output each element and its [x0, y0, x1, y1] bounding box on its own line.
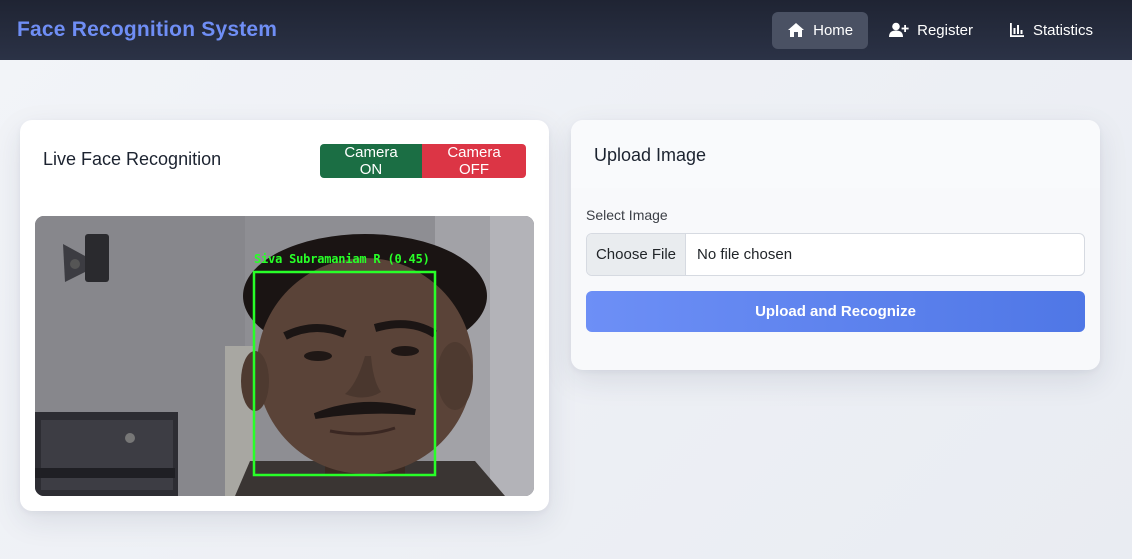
- select-image-label: Select Image: [586, 207, 668, 223]
- home-icon: [787, 22, 805, 38]
- nav-register[interactable]: Register: [874, 12, 988, 49]
- user-plus-icon: [889, 22, 909, 38]
- live-recognition-card: Live Face Recognition Camera ON Camera O…: [20, 120, 549, 511]
- nav-home[interactable]: Home: [772, 11, 869, 49]
- upload-and-recognize-button[interactable]: Upload and Recognize: [586, 291, 1085, 332]
- main-nav: Home Register Statistics: [772, 11, 1108, 49]
- upload-image-card: Upload Image Select Image Choose File No…: [571, 120, 1100, 370]
- camera-on-button[interactable]: Camera ON: [320, 144, 422, 178]
- nav-home-label: Home: [813, 21, 854, 39]
- face-detection-label: Siva Subramaniam R (0.45): [254, 252, 430, 266]
- live-recognition-title: Live Face Recognition: [43, 149, 222, 169]
- file-status-text: No file chosen: [697, 246, 793, 263]
- file-input[interactable]: Choose File No file chosen: [586, 233, 1085, 276]
- camera-off-button[interactable]: Camera OFF: [422, 144, 526, 178]
- nav-register-label: Register: [917, 21, 973, 39]
- upload-card-header: Upload Image: [571, 120, 1100, 188]
- nav-statistics-label: Statistics: [1032, 21, 1093, 39]
- nav-statistics[interactable]: Statistics: [994, 12, 1108, 49]
- chart-icon: [1009, 22, 1025, 38]
- navbar: Face Recognition System Home Register St…: [0, 0, 1132, 60]
- camera-toggle-group: Camera ON Camera OFF: [320, 144, 526, 178]
- app-brand[interactable]: Face Recognition System: [17, 18, 277, 42]
- upload-title: Upload Image: [594, 145, 707, 165]
- camera-feed: Siva Subramaniam R (0.45): [35, 216, 534, 496]
- choose-file-button[interactable]: Choose File: [587, 234, 686, 275]
